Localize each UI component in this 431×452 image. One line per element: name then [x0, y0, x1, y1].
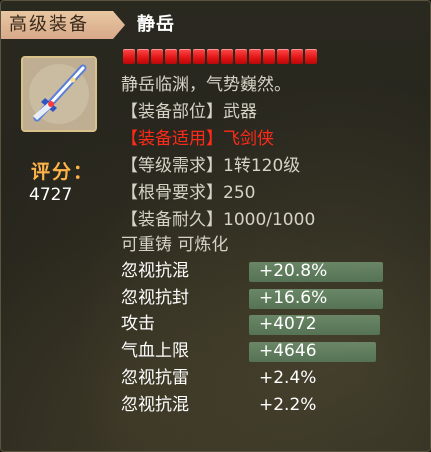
stat-row: 忽视抗封 +16.6% [121, 286, 421, 310]
level-requirement-line: 【等级需求】1转120级 [121, 156, 301, 176]
flavor-text: 静岳临渊，气势巍然。 [121, 75, 291, 95]
score-label: 评分： [31, 161, 95, 183]
title-bar: 高级装备 静岳 [1, 11, 261, 41]
category-tab: 高级装备 [1, 11, 125, 39]
flags-line: 可重铸 可炼化 [121, 235, 229, 255]
durability-pip [151, 49, 163, 64]
stat-name: 气血上限 [121, 341, 189, 361]
durability-pip [305, 49, 317, 64]
score-value: 4727 [29, 185, 73, 205]
durability-pip [221, 49, 233, 64]
stat-name: 攻击 [121, 314, 155, 334]
stat-value: +2.4% [259, 368, 317, 388]
durability-pip [249, 49, 261, 64]
item-tooltip: 高级装备 静岳 评分： 4727 静岳临渊，气势巍然。 【装备部位】武器 【装备… [0, 0, 431, 452]
durability-pips [123, 49, 317, 64]
durability-pip [277, 49, 289, 64]
durability-pip [123, 49, 135, 64]
durability-line: 【装备耐久】1000/1000 [121, 210, 316, 230]
durability-pip [291, 49, 303, 64]
slot-line: 【装备部位】武器 [121, 102, 257, 122]
durability-pip [165, 49, 177, 64]
item-name: 静岳 [137, 14, 175, 35]
stat-name: 忽视抗混 [121, 261, 189, 281]
stat-value: +20.8% [259, 261, 328, 281]
stat-value: +16.6% [259, 288, 328, 308]
applicable-line: 【装备适用】飞剑侠 [121, 129, 274, 149]
stat-name: 忽视抗雷 [121, 368, 189, 388]
stat-row: 忽视抗混 +20.8% [121, 259, 421, 283]
durability-pip [193, 49, 205, 64]
durability-pip [263, 49, 275, 64]
durability-pip [235, 49, 247, 64]
stat-row: 忽视抗混 +2.2% [121, 393, 421, 417]
stat-name: 忽视抗混 [121, 395, 189, 415]
stat-row: 攻击 +4072 [121, 312, 421, 336]
stat-row: 气血上限 +4646 [121, 339, 421, 363]
stat-value: +4072 [259, 314, 317, 334]
sword-icon [21, 56, 97, 132]
durability-pip [137, 49, 149, 64]
bone-requirement-line: 【根骨要求】250 [121, 183, 256, 203]
stat-value: +4646 [259, 341, 317, 361]
stat-value: +2.2% [259, 395, 317, 415]
stat-name: 忽视抗封 [121, 288, 189, 308]
durability-pip [207, 49, 219, 64]
stat-row: 忽视抗雷 +2.4% [121, 366, 421, 390]
durability-pip [179, 49, 191, 64]
